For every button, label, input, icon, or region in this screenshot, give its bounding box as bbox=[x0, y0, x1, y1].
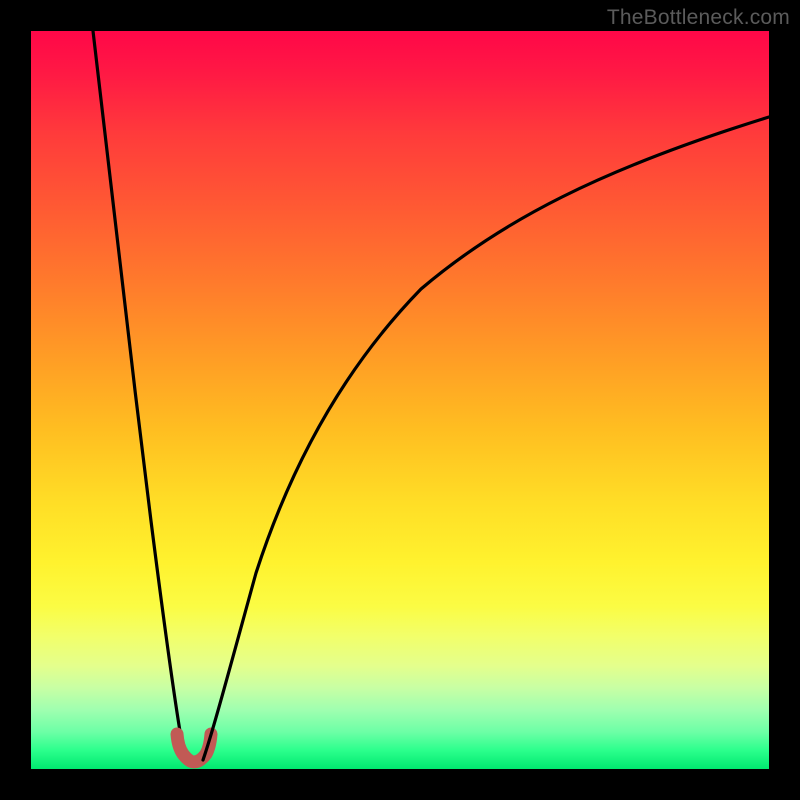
curve-layer bbox=[31, 31, 769, 769]
watermark-text: TheBottleneck.com bbox=[607, 6, 790, 30]
chart-frame: TheBottleneck.com bbox=[0, 0, 800, 800]
plot-area bbox=[31, 31, 769, 769]
left-curve bbox=[93, 31, 185, 760]
right-curve bbox=[203, 117, 769, 760]
